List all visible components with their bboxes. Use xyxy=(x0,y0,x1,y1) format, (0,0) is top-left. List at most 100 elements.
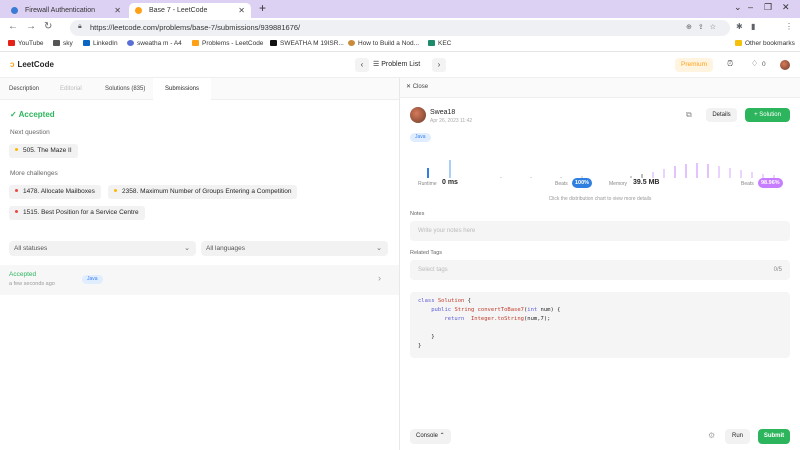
bookmarks-bar: YouTube sky LinkedIn sweatha m - A4 Prob… xyxy=(0,38,800,52)
bookmark-sweatha[interactable]: sweatha m - A4 xyxy=(127,40,182,47)
bookmark-problems[interactable]: Problems - LeetCode xyxy=(192,40,263,47)
details-button[interactable]: Details xyxy=(706,108,737,122)
other-bookmarks[interactable]: Other bookmarks xyxy=(735,40,795,47)
add-solution-button[interactable]: + Solution xyxy=(745,108,790,122)
code-viewer[interactable]: class Solution { public String convertTo… xyxy=(410,292,790,358)
memory-bar xyxy=(685,164,687,178)
related-tags-label: Related Tags xyxy=(410,250,443,256)
author-avatar xyxy=(410,107,426,123)
memory-label: Memory xyxy=(609,181,628,187)
problem-list-button[interactable]: ☰ Problem List xyxy=(373,60,420,68)
detail-toolbar: ✕ Close xyxy=(400,78,800,98)
prev-problem-button[interactable]: ‹ xyxy=(355,58,369,72)
notes-input[interactable]: Write your notes here xyxy=(410,221,790,241)
url-field[interactable]: 🔒︎ https://leetcode.com/problems/base-7/… xyxy=(70,20,730,36)
premium-button[interactable]: Premium xyxy=(675,58,713,72)
close-window-icon[interactable]: ✕ xyxy=(782,2,790,13)
menu-icon[interactable]: ⋮ xyxy=(785,22,793,31)
language-badge: Java xyxy=(410,133,431,142)
close-tab-icon[interactable]: ✕ xyxy=(114,3,121,18)
chevron-down-icon[interactable]: ⌄ xyxy=(734,2,742,13)
close-icon: ✕ xyxy=(406,84,413,90)
folder-icon xyxy=(735,40,742,46)
runtime-value: 0 ms xyxy=(442,179,458,186)
console-button[interactable]: Console ⌃ xyxy=(410,429,451,444)
fire-icon[interactable]: ♢ xyxy=(751,59,758,68)
challenge-chip[interactable]: 1478. Allocate Mailboxes xyxy=(9,185,101,199)
tab-solutions[interactable]: Solutions (835) xyxy=(105,78,145,100)
challenge-chip[interactable]: 2358. Maximum Number of Groups Entering … xyxy=(108,185,298,199)
author-name: Swea18 xyxy=(430,109,456,116)
close-tab-icon[interactable]: ✕ xyxy=(238,3,245,18)
memory-bar xyxy=(729,168,731,178)
difficulty-dot-icon xyxy=(114,189,117,192)
url-text: https://leetcode.com/problems/base-7/sub… xyxy=(90,23,301,32)
runtime-beats-badge: 100% xyxy=(572,178,593,188)
chevron-up-icon: ⌃ xyxy=(438,433,445,439)
bookmark-kec[interactable]: KEC xyxy=(428,40,451,47)
next-problem-button[interactable]: › xyxy=(432,58,446,72)
distribution-chart[interactable] xyxy=(400,148,800,178)
reload-icon[interactable]: ↻ xyxy=(44,21,52,32)
bookmark-linkedin[interactable]: LinkedIn xyxy=(83,40,118,47)
browser-tab-firewall[interactable]: Firewall Authentication Keepalive ✕ xyxy=(5,3,127,29)
bookmark-youtube[interactable]: YouTube xyxy=(8,40,44,47)
site-icon xyxy=(270,40,277,46)
challenge-chip[interactable]: 1515. Best Position for a Service Centre xyxy=(9,206,145,220)
bookmark-sky[interactable]: sky xyxy=(53,40,73,47)
memory-bar xyxy=(663,169,665,178)
leetcode-logo-icon: ↄ xyxy=(10,60,15,69)
streak-count: 0 xyxy=(762,61,766,68)
tags-count: 0/5 xyxy=(773,267,782,273)
forward-icon[interactable]: → xyxy=(26,21,36,32)
bookmark-icon xyxy=(53,40,60,46)
close-button[interactable]: ✕ Close xyxy=(406,83,428,90)
tab-description[interactable]: Description xyxy=(9,78,39,100)
runtime-bar xyxy=(449,160,451,178)
chart-hint: Click the distribution chart to view mor… xyxy=(548,196,652,202)
tab-submissions[interactable]: Submissions xyxy=(153,78,212,100)
left-pane: Description Editorial Solutions (835) Su… xyxy=(0,78,399,450)
runtime-beats-label: Beats xyxy=(555,181,568,187)
new-tab-button[interactable]: + xyxy=(259,1,266,15)
run-button[interactable]: Run xyxy=(725,429,750,444)
memory-value: 39.5 MB xyxy=(633,179,660,186)
leetcode-icon xyxy=(192,40,199,46)
list-icon: ☰ xyxy=(373,61,382,68)
alarm-icon[interactable]: ⏰︎ xyxy=(727,59,733,69)
bookmark-sweatha-isr[interactable]: SWEATHA M 19ISR... xyxy=(270,40,344,47)
url-action-icons[interactable]: ⊕⇪☆ xyxy=(686,23,722,31)
maximize-icon[interactable]: ❐ xyxy=(764,2,772,13)
tags-select[interactable]: Select tags 0/5 xyxy=(410,260,790,280)
site-icon xyxy=(348,40,355,46)
bookmark-node[interactable]: How to Build a Nod... xyxy=(348,40,419,47)
difficulty-dot-icon xyxy=(15,148,18,151)
leetcode-header: ↄ LeetCode ‹ ☰ Problem List › Premium ⏰︎ … xyxy=(0,52,800,78)
memory-bar xyxy=(630,176,632,178)
user-avatar[interactable] xyxy=(780,60,790,70)
memory-bar xyxy=(641,174,643,178)
settings-icon[interactable]: ⚙︎ xyxy=(708,431,715,440)
language-filter[interactable]: All languages ⌄ xyxy=(201,241,388,256)
minimize-icon[interactable]: – xyxy=(748,2,753,12)
runtime-bar xyxy=(560,177,562,178)
next-question-chip[interactable]: 505. The Maze II xyxy=(9,144,78,158)
globe-icon xyxy=(11,7,18,14)
status-filter[interactable]: All statuses ⌄ xyxy=(9,241,196,256)
memory-bar xyxy=(707,164,709,178)
back-icon[interactable]: ← xyxy=(8,21,18,32)
youtube-icon xyxy=(8,40,15,46)
memory-bar xyxy=(751,172,753,178)
extensions-icon[interactable]: ✱ xyxy=(736,22,743,31)
tab-editorial[interactable]: Editorial xyxy=(60,78,82,100)
submission-row[interactable]: Accepted a few seconds ago Java › xyxy=(0,265,399,295)
sidepanel-icon[interactable]: ▮ xyxy=(751,22,755,31)
difficulty-dot-icon xyxy=(15,210,18,213)
runtime-bar xyxy=(530,177,532,178)
check-circle-icon: ✓ xyxy=(10,110,19,119)
runtime-label: Runtime xyxy=(418,181,437,187)
leetcode-logo[interactable]: ↄ LeetCode xyxy=(10,60,54,69)
browser-tab-leetcode[interactable]: Base 7 - LeetCode ✕ xyxy=(129,3,251,18)
share-icon[interactable]: ⧉ xyxy=(686,110,692,120)
submit-button[interactable]: Submit xyxy=(758,429,790,444)
